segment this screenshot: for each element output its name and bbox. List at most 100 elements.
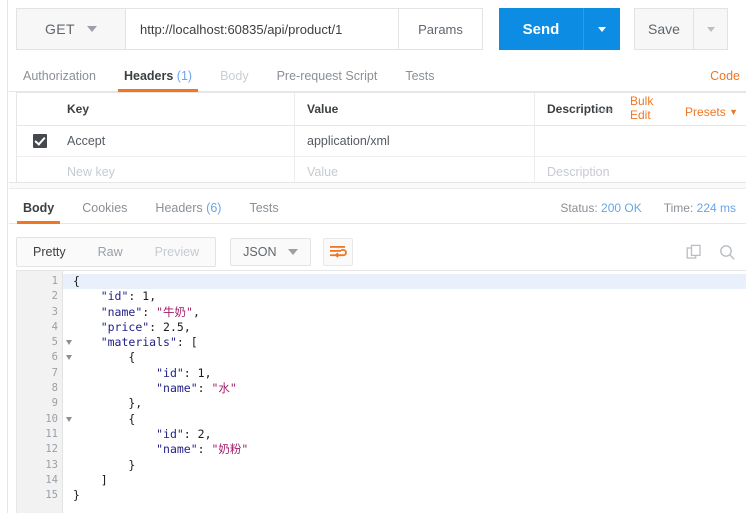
view-mode-preview[interactable]: Preview bbox=[139, 238, 215, 266]
code-token: , bbox=[205, 366, 212, 380]
url-input-wrapper bbox=[126, 8, 399, 50]
line-number: 15 bbox=[17, 488, 62, 503]
line-number: 12 bbox=[17, 442, 62, 457]
bulk-edit-button[interactable]: Bulk Edit bbox=[630, 94, 670, 122]
search-icon bbox=[719, 244, 736, 261]
chevron-down-icon bbox=[87, 26, 97, 32]
tab-pre-request-script[interactable]: Pre-request Script bbox=[263, 69, 392, 91]
response-meta: Status: 200 OK Time: 224 ms bbox=[560, 201, 746, 223]
response-tab-headers[interactable]: Headers (6) bbox=[141, 201, 235, 223]
tab-label: Headers bbox=[124, 69, 173, 83]
time-label: Time: bbox=[664, 201, 694, 215]
save-button[interactable]: Save bbox=[634, 8, 694, 50]
presets-button[interactable]: Presets ▼ bbox=[685, 105, 738, 119]
send-label: Send bbox=[523, 21, 560, 38]
line-number: 14 bbox=[17, 473, 62, 488]
response-tab-tests[interactable]: Tests bbox=[235, 201, 292, 223]
code-line: "materials": [ bbox=[63, 335, 746, 350]
line-number: 6 bbox=[17, 350, 62, 365]
tab-tests[interactable]: Tests bbox=[391, 69, 448, 91]
caret-down-icon: ▼ bbox=[729, 107, 738, 117]
view-mode-pretty[interactable]: Pretty bbox=[17, 238, 82, 266]
params-button[interactable]: Params bbox=[399, 8, 483, 50]
table-row[interactable]: Accept application/xml bbox=[17, 126, 746, 157]
line-number: 2 bbox=[17, 289, 62, 304]
response-toolbar: Pretty Raw Preview JSON bbox=[16, 234, 746, 270]
response-tab-bar: Body Cookies Headers (6) Tests Status: 2… bbox=[9, 190, 746, 224]
format-label: JSON bbox=[243, 245, 276, 259]
more-options-icon[interactable]: ••• bbox=[596, 105, 614, 117]
tab-label: Body bbox=[23, 201, 54, 215]
response-body-editor[interactable]: 123456789101112131415 { "id": 1, "name":… bbox=[16, 270, 746, 513]
code-link[interactable]: Code bbox=[710, 69, 746, 91]
url-input[interactable] bbox=[126, 22, 398, 37]
send-button-group: Send bbox=[499, 8, 620, 50]
tab-label: Cookies bbox=[82, 201, 127, 215]
code-token: { bbox=[73, 412, 135, 426]
copy-icon bbox=[686, 244, 703, 261]
code-token: : [ bbox=[177, 335, 198, 349]
header-description-cell[interactable] bbox=[535, 126, 746, 156]
tab-label: Tests bbox=[249, 201, 278, 215]
code-token: ] bbox=[73, 473, 108, 487]
http-method-label: GET bbox=[45, 21, 75, 37]
word-wrap-icon bbox=[329, 245, 347, 259]
save-options-button[interactable] bbox=[694, 8, 728, 50]
line-number: 13 bbox=[17, 458, 62, 473]
search-button[interactable] bbox=[719, 244, 736, 261]
tab-body[interactable]: Body bbox=[206, 69, 263, 91]
http-method-selector[interactable]: GET bbox=[16, 8, 126, 50]
line-number: 5 bbox=[17, 335, 62, 350]
format-selector[interactable]: JSON bbox=[230, 238, 311, 266]
header-key-cell[interactable]: Accept bbox=[55, 126, 295, 156]
status-indicator: Status: 200 OK bbox=[560, 201, 641, 215]
code-token: : bbox=[149, 320, 163, 334]
response-tab-body[interactable]: Body bbox=[9, 201, 68, 223]
response-toolbar-right bbox=[686, 244, 746, 261]
time-value: 224 ms bbox=[697, 201, 736, 215]
code-token: : bbox=[198, 381, 212, 395]
chevron-down-icon bbox=[288, 249, 298, 255]
response-tab-cookies[interactable]: Cookies bbox=[68, 201, 141, 223]
presets-label: Presets bbox=[685, 105, 726, 119]
code-token: : bbox=[198, 442, 212, 456]
tab-count: (6) bbox=[206, 201, 221, 215]
editor-line-number-gutter: 123456789101112131415 bbox=[17, 271, 63, 513]
code-token: , bbox=[205, 427, 212, 441]
tab-headers[interactable]: Headers (1) bbox=[110, 69, 206, 91]
code-line: "name": "水" bbox=[63, 381, 746, 396]
headers-table-header-row: Key Value Description ••• Bulk Edit Pres… bbox=[17, 93, 746, 126]
tab-authorization[interactable]: Authorization bbox=[9, 69, 110, 91]
params-label: Params bbox=[418, 22, 463, 37]
code-line: "id": 2, bbox=[63, 427, 746, 442]
code-line: "name": "牛奶", bbox=[63, 305, 746, 320]
line-number: 7 bbox=[17, 366, 62, 381]
code-token: : bbox=[128, 289, 142, 303]
row-checkbox[interactable] bbox=[33, 134, 47, 148]
code-line: }, bbox=[63, 396, 746, 411]
tab-label: Tests bbox=[405, 69, 434, 83]
code-token: "name" bbox=[156, 442, 198, 456]
line-number: 8 bbox=[17, 381, 62, 396]
save-label: Save bbox=[648, 21, 680, 37]
send-button[interactable]: Send bbox=[499, 8, 583, 50]
send-options-button[interactable] bbox=[583, 8, 620, 50]
chevron-down-icon bbox=[598, 27, 606, 32]
chevron-down-icon bbox=[707, 27, 715, 32]
code-token: "name" bbox=[101, 305, 143, 319]
row-checkbox-cell bbox=[17, 126, 55, 156]
word-wrap-button[interactable] bbox=[323, 238, 353, 266]
view-mode-raw[interactable]: Raw bbox=[82, 238, 139, 266]
copy-button[interactable] bbox=[686, 244, 703, 261]
request-tab-bar: Authorization Headers (1) Body Pre-reque… bbox=[9, 60, 746, 92]
line-number: 11 bbox=[17, 427, 62, 442]
status-value: 200 OK bbox=[601, 201, 642, 215]
code-line: "id": 1, bbox=[63, 289, 746, 304]
code-token: "id" bbox=[156, 427, 184, 441]
code-token: "id" bbox=[101, 289, 129, 303]
header-value-cell[interactable]: application/xml bbox=[295, 126, 535, 156]
editor-code-area[interactable]: { "id": 1, "name": "牛奶", "price": 2.5, "… bbox=[63, 271, 746, 513]
pane-splitter[interactable] bbox=[9, 182, 746, 189]
code-line: { bbox=[63, 350, 746, 365]
code-line: "name": "奶粉" bbox=[63, 442, 746, 457]
